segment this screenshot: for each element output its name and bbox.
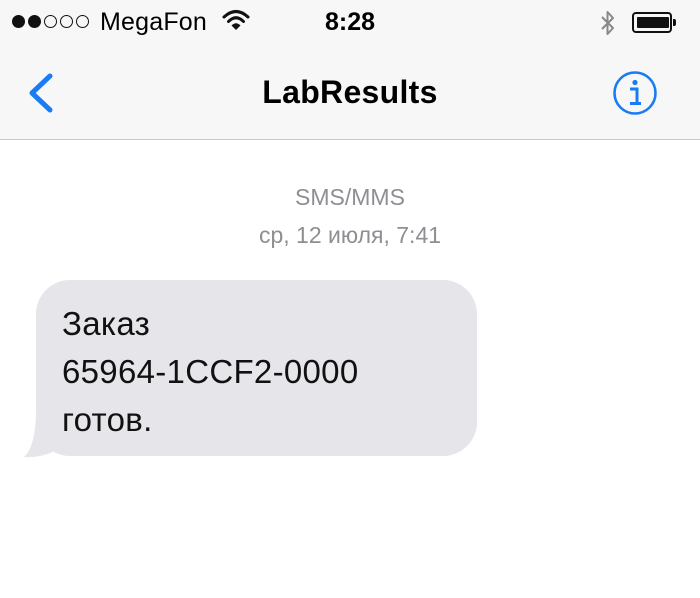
timestamp-time: 7:41 bbox=[396, 222, 442, 248]
message-line: 65964-1CCF2-0000 bbox=[62, 353, 359, 390]
nav-bar: LabResults bbox=[0, 46, 700, 140]
message-line: Заказ bbox=[62, 305, 151, 342]
clock-time: 8:28 bbox=[324, 8, 376, 36]
message-line: готов. bbox=[62, 401, 153, 438]
message-type-label: SMS/MMS bbox=[295, 184, 405, 210]
battery-fill bbox=[637, 17, 669, 28]
battery-icon bbox=[632, 12, 676, 33]
status-bar: MegaFon 8:28 bbox=[0, 0, 700, 46]
message-bubble: Заказ 65964-1CCF2-0000 готов. bbox=[36, 280, 477, 456]
info-icon[interactable] bbox=[612, 70, 658, 116]
battery-tip bbox=[673, 19, 676, 26]
conversation-title: LabResults bbox=[262, 74, 438, 110]
incoming-message[interactable]: Заказ 65964-1CCF2-0000 готов. bbox=[22, 280, 482, 462]
messages-screen: MegaFon 8:28 LabResults SMS/MMS ср, 12 и… bbox=[0, 0, 700, 598]
bluetooth-icon bbox=[601, 11, 614, 35]
status-clock: 8:28 bbox=[0, 8, 700, 37]
battery-body bbox=[632, 12, 672, 33]
timestamp-day: ср, 12 июля, bbox=[258, 222, 390, 248]
message-timestamp: ср, 12 июля, 7:41 bbox=[0, 222, 700, 249]
